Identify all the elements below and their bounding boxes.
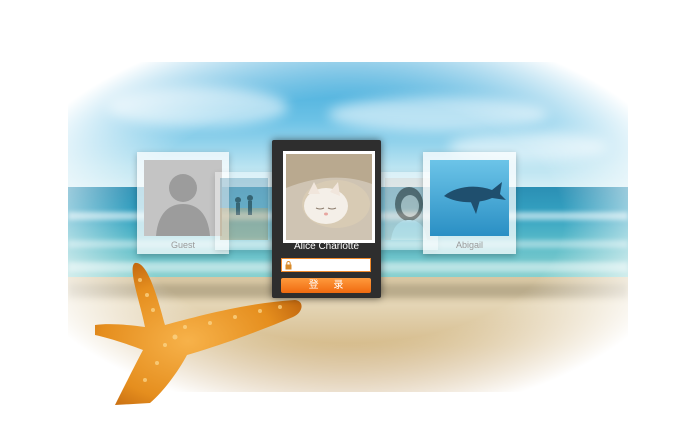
user-name: Abigail <box>455 240 484 250</box>
person-silhouette-icon <box>144 160 222 236</box>
whale-photo-icon <box>430 160 509 236</box>
password-input[interactable] <box>294 259 368 271</box>
user-card-abigail[interactable]: Abigail <box>423 152 516 254</box>
login-button[interactable]: 登 录 <box>281 278 371 293</box>
user-card-beach-couple[interactable] <box>215 172 273 250</box>
password-field[interactable] <box>281 258 371 272</box>
sleeping-cat-photo-icon <box>286 154 372 240</box>
beach-couple-photo-icon <box>220 178 268 240</box>
user-name: Alice Charlotte <box>293 241 360 252</box>
avatar <box>144 160 222 236</box>
avatar <box>220 178 268 240</box>
avatar <box>283 151 375 243</box>
avatar <box>430 160 509 236</box>
login-panel: Alice Charlotte 登 录 <box>272 140 381 298</box>
lock-icon <box>285 261 292 270</box>
